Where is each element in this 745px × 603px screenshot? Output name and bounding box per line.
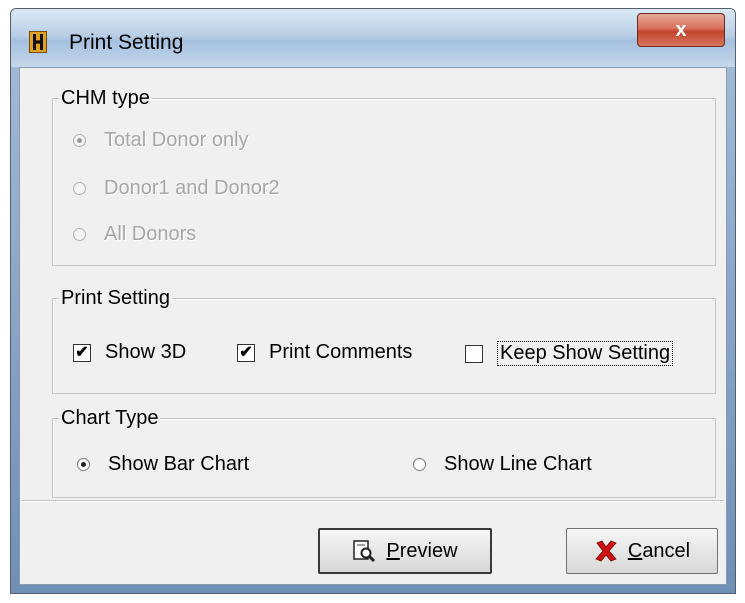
chart-type-group: Chart Type Show Bar Chart Show Line Char… — [52, 407, 716, 498]
radio-label: All Donors — [104, 223, 197, 245]
radio-indicator — [73, 228, 86, 241]
app-icon — [29, 31, 47, 53]
checkbox-indicator[interactable]: ✔ — [73, 343, 91, 362]
red-x-icon — [594, 539, 618, 563]
dialog-body: CHM type Total Donor only Donor1 and Don… — [19, 67, 727, 585]
radio-indicator — [73, 134, 86, 147]
checkbox-print-comments[interactable]: ✔ Print Comments — [237, 341, 412, 364]
radio-label: Show Line Chart — [444, 453, 592, 475]
chm-type-group: CHM type Total Donor only Donor1 and Don… — [52, 87, 716, 266]
radio-indicator[interactable] — [77, 458, 90, 471]
checkbox-indicator[interactable]: ✔ — [237, 343, 255, 362]
radio-label: Donor1 and Donor2 — [104, 177, 280, 199]
checkbox-label: Show 3D — [105, 341, 187, 363]
radio-donor1-and-donor2: Donor1 and Donor2 — [73, 177, 280, 200]
radio-label: Total Donor only — [104, 129, 249, 151]
radio-indicator — [73, 182, 86, 195]
window-title: Print Setting — [69, 31, 184, 54]
print-setting-label: Print Setting — [59, 287, 172, 309]
checkbox-keep-show-setting[interactable]: Keep Show Setting — [465, 341, 674, 366]
close-icon: x — [675, 18, 687, 41]
preview-button[interactable]: Preview — [318, 528, 492, 574]
radio-all-donors: All Donors — [73, 223, 196, 246]
print-setting-group: Print Setting ✔ Show 3D ✔ Print Comments… — [52, 287, 716, 394]
checkbox-indicator[interactable] — [465, 344, 483, 363]
radio-show-line-chart[interactable]: Show Line Chart — [413, 453, 592, 476]
print-setting-dialog: Print Setting x CHM type Total Donor onl… — [10, 8, 736, 594]
preview-label: Preview — [386, 539, 458, 562]
radio-label: Show Bar Chart — [108, 453, 250, 475]
chm-type-label: CHM type — [59, 87, 152, 109]
title-bar[interactable]: Print Setting x — [11, 9, 735, 67]
close-button[interactable]: x — [637, 13, 725, 47]
cancel-label: Cancel — [627, 539, 691, 562]
magnifier-document-icon — [352, 539, 376, 563]
cancel-button[interactable]: Cancel — [566, 528, 718, 574]
radio-show-bar-chart[interactable]: Show Bar Chart — [77, 453, 249, 476]
radio-total-donor-only: Total Donor only — [73, 129, 249, 152]
chart-type-label: Chart Type — [59, 407, 161, 429]
checkbox-label: Keep Show Setting — [497, 341, 674, 366]
radio-indicator[interactable] — [413, 458, 426, 471]
divider — [22, 500, 724, 502]
checkbox-label: Print Comments — [269, 341, 413, 363]
checkbox-show-3d[interactable]: ✔ Show 3D — [73, 341, 186, 364]
